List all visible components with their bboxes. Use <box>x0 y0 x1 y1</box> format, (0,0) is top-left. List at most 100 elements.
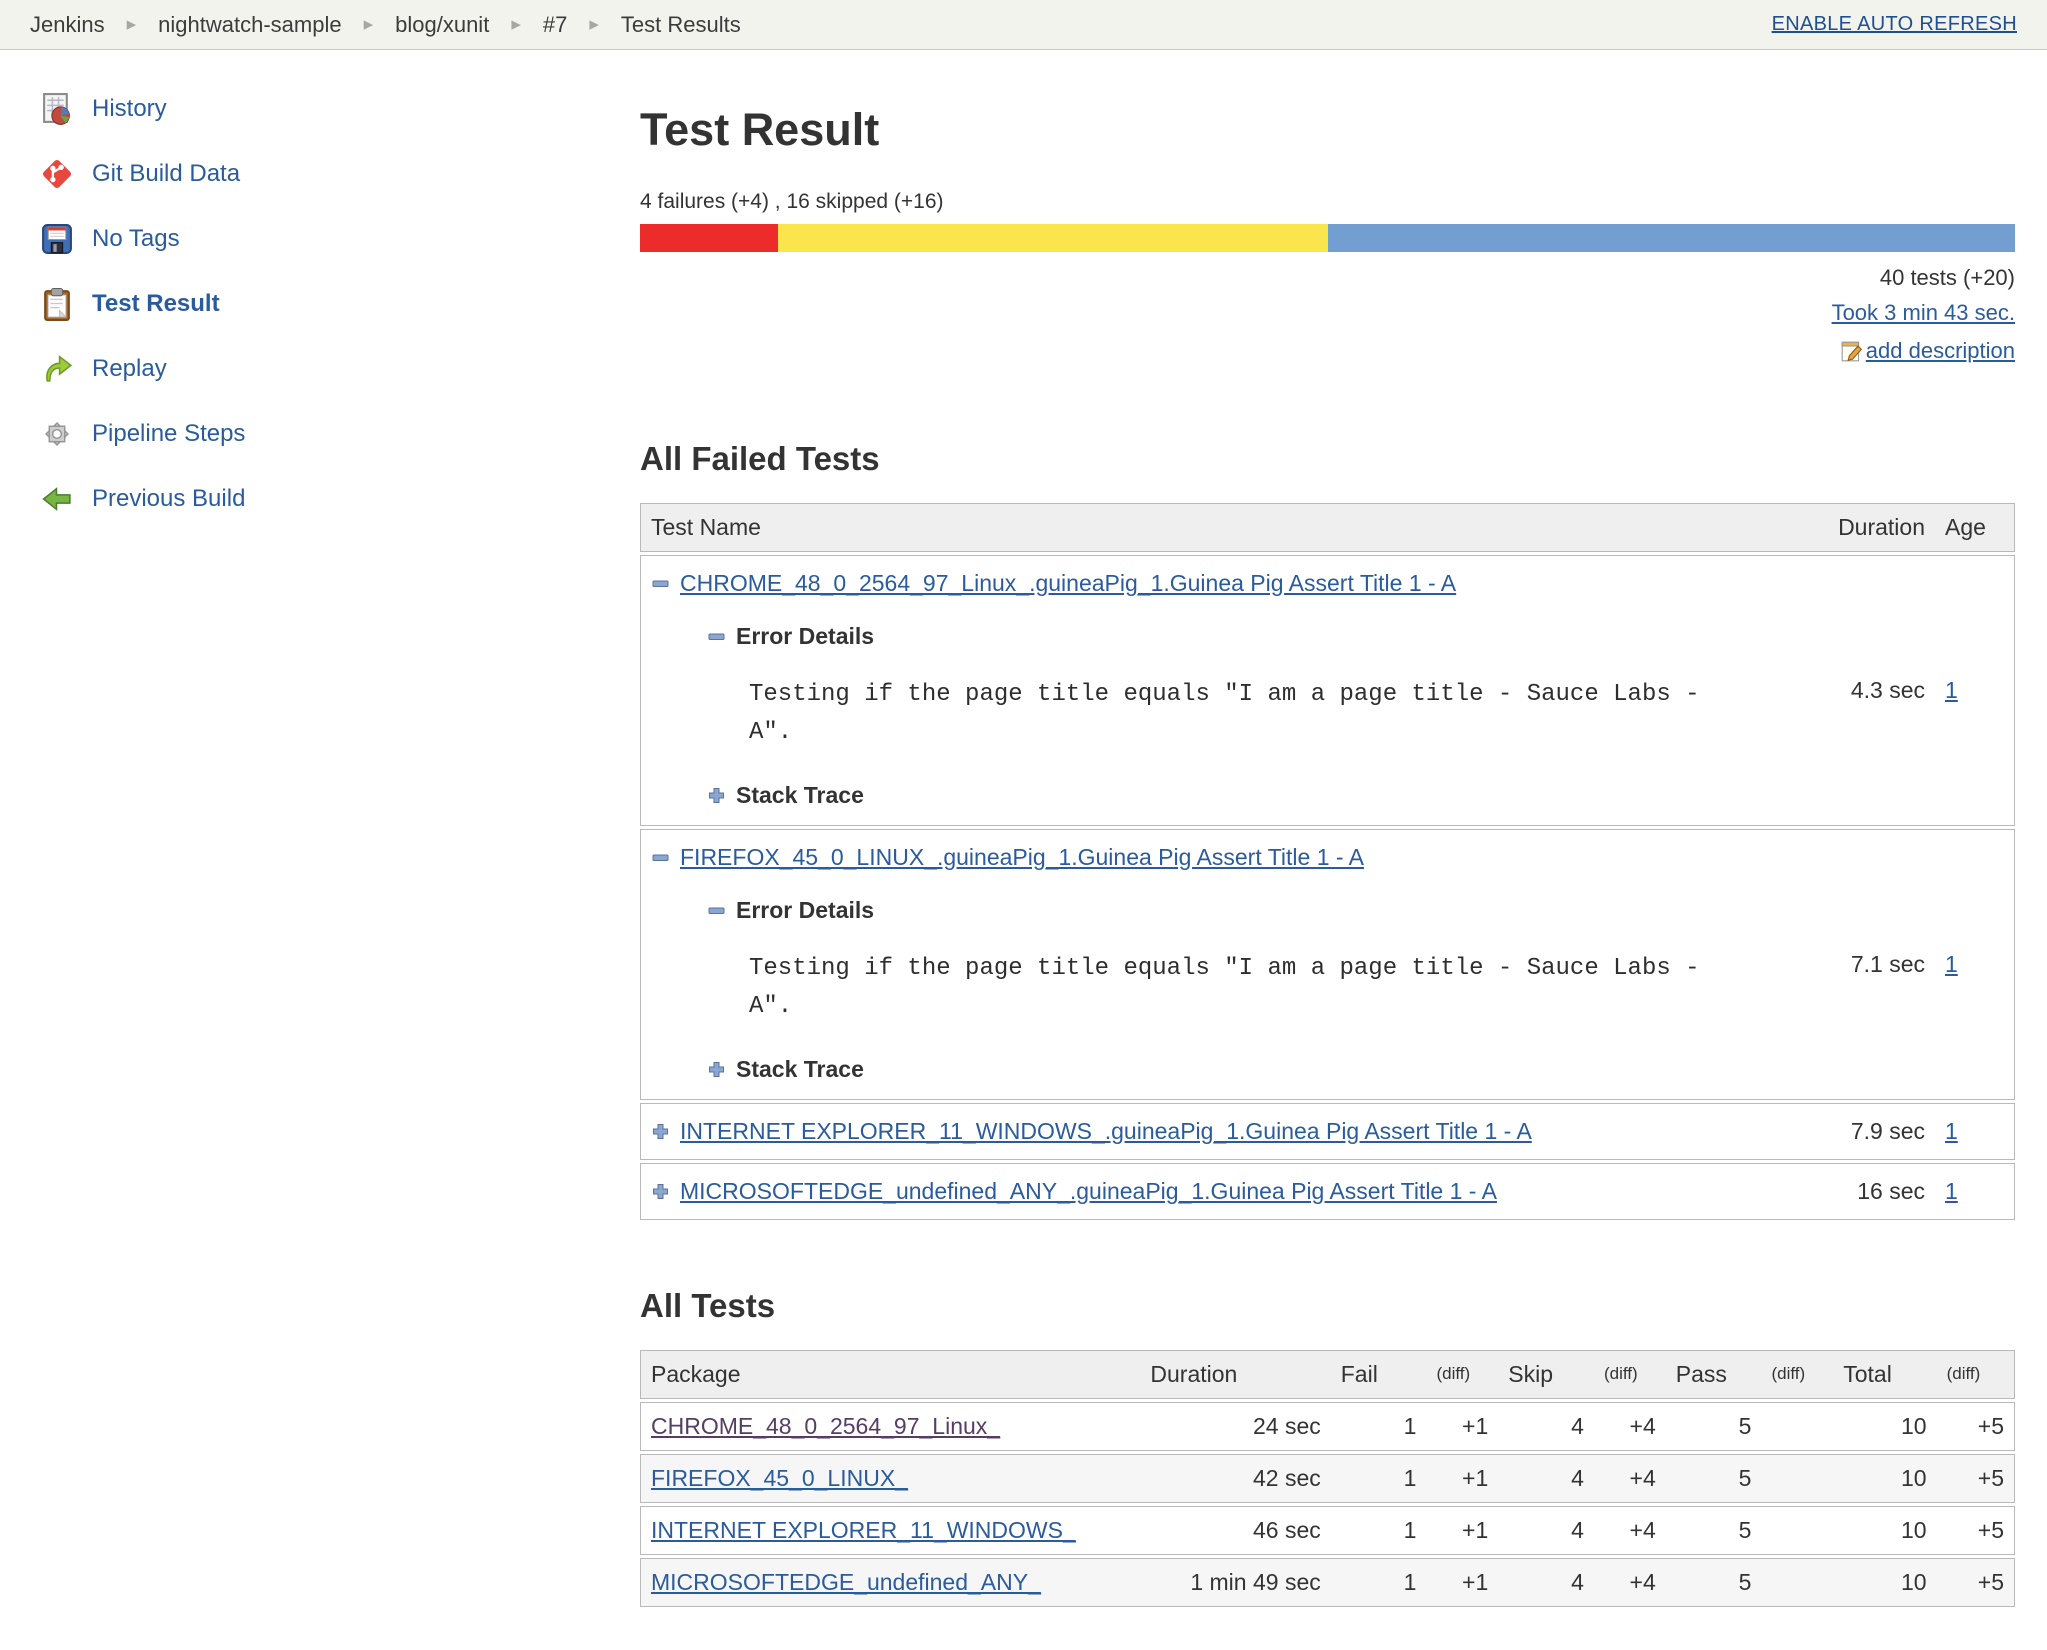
took-duration-link[interactable]: Took 3 min 43 sec. <box>1832 300 2015 325</box>
column-header-total: Total <box>1833 1349 1937 1399</box>
sidebar-item-test-result[interactable]: Test Result <box>40 287 640 321</box>
enable-auto-refresh-link[interactable]: ENABLE AUTO REFRESH <box>1772 13 2017 35</box>
expand-icon[interactable] <box>651 1182 670 1201</box>
expand-icon[interactable] <box>707 1060 726 1079</box>
sidebar-item-label: Previous Build <box>92 485 246 512</box>
breadcrumb-item-branch[interactable]: blog/xunit <box>395 12 489 38</box>
age-link[interactable]: 1 <box>1945 1178 1958 1204</box>
skip-diff: +4 <box>1593 1453 1666 1503</box>
sidebar-item-label: No Tags <box>92 225 180 252</box>
sidebar-item-previous-build[interactable]: Previous Build <box>40 482 640 516</box>
breadcrumb-item-job[interactable]: nightwatch-sample <box>158 12 341 38</box>
replay-arrow-icon <box>46 355 73 382</box>
all-tests-table: Package Duration Fail (diff) Skip (diff)… <box>640 1347 2015 1610</box>
clipboard-icon <box>44 288 70 321</box>
age-link[interactable]: 1 <box>1945 677 1958 703</box>
column-header-age: Age <box>1935 502 2015 552</box>
total-count: 10 <box>1833 1557 1937 1607</box>
failed-test-link[interactable]: INTERNET EXPLORER_11_WINDOWS_.guineaPig_… <box>680 1118 1532 1145</box>
fail-count: 1 <box>1330 1505 1427 1555</box>
failed-test-link[interactable]: MICROSOFTEDGE_undefined_ANY_.guineaPig_1… <box>680 1178 1497 1205</box>
failed-test-row: MICROSOFTEDGE_undefined_ANY_.guineaPig_1… <box>640 1162 2015 1220</box>
expand-icon[interactable] <box>651 1122 670 1141</box>
column-header-pass: Pass <box>1665 1349 1762 1399</box>
pass-diff <box>1761 1505 1834 1555</box>
breadcrumb-separator-icon: ▸ <box>363 14 374 35</box>
skip-count: 4 <box>1498 1557 1594 1607</box>
breadcrumb-separator-icon: ▸ <box>511 14 521 35</box>
sidebar-item-pipeline-steps[interactable]: Pipeline Steps <box>40 417 640 451</box>
floppy-disk-icon <box>42 224 72 254</box>
breadcrumb-item-build[interactable]: #7 <box>543 12 567 38</box>
breadcrumb-separator-icon: ▸ <box>126 14 137 35</box>
collapse-icon[interactable] <box>651 574 670 593</box>
error-message: Testing if the page title equals "I am a… <box>749 680 1714 746</box>
sidebar-item-label: Test Result <box>92 290 220 317</box>
package-link[interactable]: FIREFOX_45_0_LINUX_ <box>651 1465 908 1491</box>
sidebar-item-git-build-data[interactable]: Git Build Data <box>40 157 640 191</box>
duration-cell: 1 min 49 sec <box>1140 1557 1331 1607</box>
package-row: CHROME_48_0_2564_97_Linux_ 24 sec 1 +1 4… <box>640 1401 2015 1451</box>
previous-build-arrow-icon <box>42 487 71 511</box>
column-header-pass-diff: (diff) <box>1761 1349 1834 1399</box>
failed-test-link[interactable]: FIREFOX_45_0_LINUX_.guineaPig_1.Guinea P… <box>680 844 1364 871</box>
age-link[interactable]: 1 <box>1945 1118 1958 1144</box>
fail-diff: +1 <box>1426 1505 1499 1555</box>
total-tests-count: 40 tests (+20) <box>1879 265 2015 290</box>
failed-test-row: CHROME_48_0_2564_97_Linux_.guineaPig_1.G… <box>640 554 2015 826</box>
breadcrumb: Jenkins ▸ nightwatch-sample ▸ blog/xunit… <box>0 0 2047 50</box>
error-details-label[interactable]: Error Details <box>736 897 874 924</box>
fail-diff: +1 <box>1426 1557 1499 1607</box>
duration-cell: 7.1 sec <box>1780 828 1935 1100</box>
sidebar-item-replay[interactable]: Replay <box>40 352 640 386</box>
add-description-link[interactable]: add description <box>1866 333 2015 368</box>
column-header-fail-diff: (diff) <box>1426 1349 1499 1399</box>
total-diff: +5 <box>1936 1557 2015 1607</box>
expand-icon[interactable] <box>707 786 726 805</box>
failures-summary: 4 failures (+4) , 16 skipped (+16) <box>640 190 944 213</box>
stack-trace-label[interactable]: Stack Trace <box>736 782 864 809</box>
column-header-package: Package <box>640 1349 1141 1399</box>
skip-count: 4 <box>1498 1453 1594 1503</box>
fail-count: 1 <box>1330 1453 1427 1503</box>
sidebar-item-no-tags[interactable]: No Tags <box>40 222 640 256</box>
edit-description-icon <box>1841 341 1862 361</box>
fail-diff: +1 <box>1426 1453 1499 1503</box>
package-row: FIREFOX_45_0_LINUX_ 42 sec 1 +1 4 +4 5 1… <box>640 1453 2015 1503</box>
failed-test-row: FIREFOX_45_0_LINUX_.guineaPig_1.Guinea P… <box>640 828 2015 1100</box>
package-link[interactable]: CHROME_48_0_2564_97_Linux_ <box>651 1413 1000 1439</box>
skipped-tests-bar-segment <box>777 224 1328 252</box>
total-count: 10 <box>1833 1453 1937 1503</box>
gear-icon <box>45 422 69 446</box>
duration-cell: 4.3 sec <box>1780 554 1935 826</box>
column-header-fail: Fail <box>1330 1349 1427 1399</box>
summary-stats: 40 tests (+20) Took 3 min 43 sec. add de… <box>640 260 2015 376</box>
duration-cell: 42 sec <box>1140 1453 1331 1503</box>
sidebar-item-history[interactable]: History <box>40 92 640 126</box>
failed-tests-bar-segment <box>640 224 778 252</box>
column-header-skip-diff: (diff) <box>1593 1349 1666 1399</box>
column-header-duration: Duration <box>1780 502 1935 552</box>
error-message: Testing if the page title equals "I am a… <box>749 954 1714 1020</box>
history-icon <box>43 93 70 125</box>
fail-count: 1 <box>1330 1557 1427 1607</box>
pass-count: 5 <box>1665 1453 1762 1503</box>
collapse-icon[interactable] <box>707 901 726 920</box>
age-link[interactable]: 1 <box>1945 951 1958 977</box>
pass-diff <box>1761 1401 1834 1451</box>
skip-count: 4 <box>1498 1505 1594 1555</box>
all-tests-heading: All Tests <box>640 1286 776 1324</box>
breadcrumb-item-test-results[interactable]: Test Results <box>621 12 741 38</box>
package-link[interactable]: MICROSOFTEDGE_undefined_ANY_ <box>651 1569 1041 1595</box>
breadcrumb-item-jenkins[interactable]: Jenkins <box>30 12 105 38</box>
stack-trace-label[interactable]: Stack Trace <box>736 1056 864 1083</box>
pass-diff <box>1761 1557 1834 1607</box>
collapse-icon[interactable] <box>651 848 670 867</box>
side-panel: History Git Build Data No Tags Test Resu… <box>0 50 640 1650</box>
failed-test-link[interactable]: CHROME_48_0_2564_97_Linux_.guineaPig_1.G… <box>680 570 1456 597</box>
main-panel: Test Result 4 failures (+4) , 16 skipped… <box>640 50 2047 1650</box>
collapse-icon[interactable] <box>707 627 726 646</box>
column-header-test-name: Test Name <box>640 502 1780 552</box>
error-details-label[interactable]: Error Details <box>736 623 874 650</box>
all-failed-tests-heading: All Failed Tests <box>640 439 880 477</box>
